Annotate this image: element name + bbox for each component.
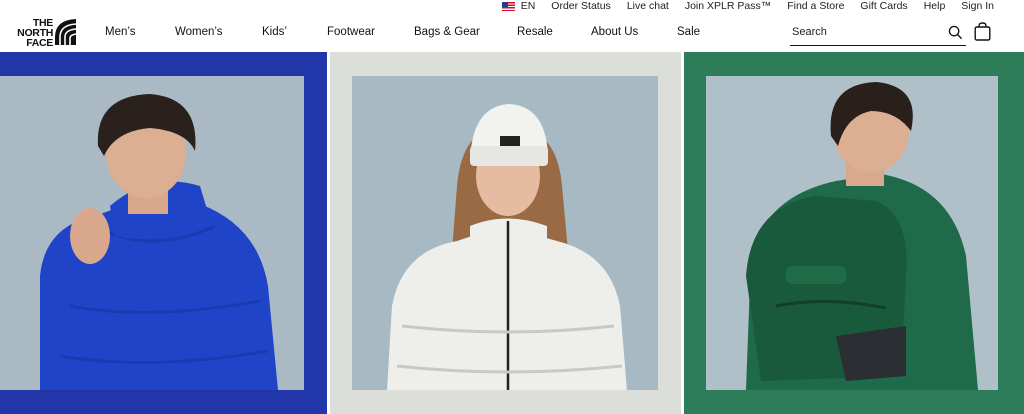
nav-resale[interactable]: Resale xyxy=(517,26,591,38)
nav-bags-gear[interactable]: Bags & Gear xyxy=(414,26,517,38)
search-icon[interactable] xyxy=(948,25,963,40)
order-status-link[interactable]: Order Status xyxy=(551,1,611,12)
hero-banner xyxy=(0,52,1024,414)
help-link[interactable]: Help xyxy=(924,1,946,12)
hero-panel-backpack[interactable] xyxy=(684,52,1024,414)
nav-footwear[interactable]: Footwear xyxy=(327,26,414,38)
nav-kids[interactable]: Kids’ xyxy=(262,26,327,38)
nav-womens[interactable]: Women’s xyxy=(175,26,262,38)
find-a-store-link[interactable]: Find a Store xyxy=(787,1,844,12)
man-with-green-backpack-image xyxy=(706,76,998,390)
shopping-bag-icon[interactable] xyxy=(974,22,991,41)
woman-in-white-puffer-image xyxy=(352,76,658,390)
logo-wordmark: THE NORTH FACE xyxy=(17,17,53,49)
nav-sale[interactable]: Sale xyxy=(677,26,700,38)
nav-mens[interactable]: Men’s xyxy=(105,26,175,38)
search-box xyxy=(790,22,966,46)
hero-panel-womens[interactable] xyxy=(330,52,681,414)
nav-about-us[interactable]: About Us xyxy=(591,26,677,38)
gift-cards-link[interactable]: Gift Cards xyxy=(860,1,907,12)
main-nav: Men’s Women’s Kids’ Footwear Bags & Gear… xyxy=(105,26,700,38)
hero-panel-mens[interactable] xyxy=(0,52,327,414)
language-label: EN xyxy=(520,0,536,12)
utility-bar: EN Order Status Live chat Join XPLR Pass… xyxy=(501,0,994,13)
language-selector[interactable]: EN xyxy=(501,0,536,12)
man-in-blue-puffer-image xyxy=(0,76,304,390)
brand-logo[interactable]: THE NORTH FACE xyxy=(15,17,78,49)
join-xplr-pass-link[interactable]: Join XPLR Pass™ xyxy=(685,1,771,12)
half-dome-logo-icon xyxy=(55,19,77,45)
search-input[interactable] xyxy=(790,22,940,42)
hero-photo-backpack xyxy=(706,76,998,390)
hero-photo-mens xyxy=(0,76,304,390)
hero-photo-womens xyxy=(352,76,658,390)
us-flag-icon xyxy=(501,2,515,11)
sign-in-link[interactable]: Sign In xyxy=(961,1,994,12)
live-chat-link[interactable]: Live chat xyxy=(627,1,669,12)
